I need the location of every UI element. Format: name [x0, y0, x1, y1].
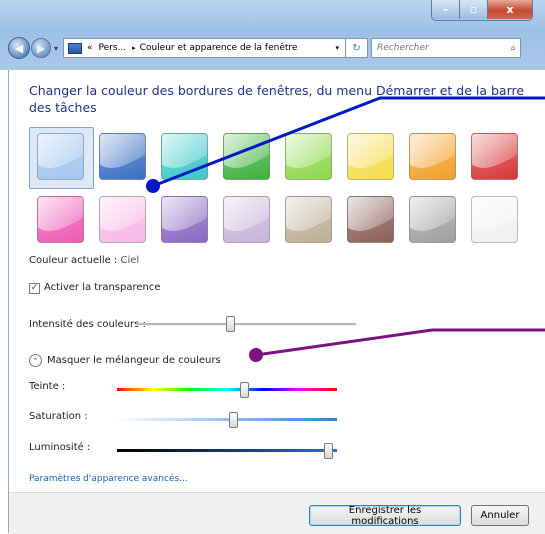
address-dropdown-icon[interactable]: ▾ — [336, 44, 340, 52]
breadcrumb-couleur-apparence[interactable]: Couleur et apparence de la fenêtre — [140, 43, 298, 53]
cancel-button[interactable]: Annuler — [471, 505, 529, 526]
page-title: Changer la couleur des bordures de fenêt… — [29, 83, 525, 115]
checkmark-icon: ✓ — [30, 283, 39, 293]
color-swatch-violet[interactable] — [161, 196, 208, 243]
saturation-label: Saturation : — [29, 411, 88, 422]
search-input[interactable] — [372, 42, 500, 54]
color-swatch-feuille[interactable] — [223, 133, 270, 180]
color-swatch-crepuscule[interactable] — [99, 133, 146, 180]
color-swatch-fuchsia[interactable] — [37, 196, 84, 243]
color-swatch-taupe[interactable] — [285, 196, 332, 243]
saturation-slider-track[interactable] — [117, 418, 337, 421]
color-swatch-mer[interactable] — [161, 133, 208, 180]
transparency-label[interactable]: Activer la transparence — [44, 282, 161, 293]
save-button[interactable]: Enregistrer les modifications — [309, 505, 461, 527]
hue-label: Teinte : — [29, 381, 66, 392]
intensity-slider-thumb[interactable] — [226, 316, 236, 332]
current-color-label: Couleur actuelle : — [29, 255, 118, 266]
mixer-toggle-label[interactable]: Masquer le mélangeur de couleurs — [47, 355, 221, 366]
window-controls: – ▫ x — [431, 0, 533, 21]
breadcrumb-personnalisation[interactable]: Pers... — [99, 43, 127, 53]
refresh-button[interactable]: ↻ — [346, 38, 369, 58]
back-arrow-icon: ◀ — [14, 41, 24, 55]
current-color-value: Ciel — [120, 255, 140, 266]
content-area: Changer la couleur des bordures de fenêt… — [8, 70, 545, 534]
maximize-button[interactable]: ▫ — [459, 0, 487, 19]
forward-button[interactable]: ▶ — [31, 38, 51, 58]
color-swatch-lavande[interactable] — [223, 196, 270, 243]
address-bar[interactable]: « Pers... ▸ Couleur et apparence de la f… — [63, 38, 347, 58]
mixer-toggle-button[interactable]: ⌃ — [29, 354, 42, 367]
minimize-button[interactable]: – — [432, 0, 459, 19]
intensity-slider-track[interactable] — [136, 323, 356, 326]
back-button[interactable]: ◀ — [8, 37, 30, 59]
hue-slider-track[interactable] — [117, 388, 337, 391]
hue-slider-thumb[interactable] — [240, 382, 250, 398]
transparency-checkbox[interactable]: ✓ — [29, 283, 40, 294]
navigation-bar: ◀ ▶ ▾ « Pers... ▸ Couleur et apparence d… — [8, 36, 545, 60]
advanced-appearance-link[interactable]: Paramètres d'apparence avancés... — [29, 474, 188, 484]
search-icon[interactable]: ⌕ — [510, 43, 516, 54]
forward-arrow-icon: ▶ — [36, 41, 46, 55]
color-swatch-bubblegum[interactable] — [99, 196, 146, 243]
control-panel-icon — [68, 42, 83, 54]
chevron-up-icon: ⌃ — [32, 356, 39, 365]
brightness-label: Luminosité : — [29, 442, 91, 453]
recent-pages-dropdown[interactable]: ▾ — [54, 44, 58, 53]
search-box[interactable]: ⌕ — [371, 38, 522, 58]
color-swatch-citrouille[interactable] — [409, 133, 456, 180]
color-swatch-ardoise[interactable] — [409, 196, 456, 243]
current-color-line: Couleur actuelle : Ciel — [29, 255, 139, 266]
saturation-slider-thumb[interactable] — [229, 412, 239, 428]
breadcrumb-separator-icon[interactable]: ▸ — [132, 44, 136, 52]
window-title-bar: – ▫ x ◀ ▶ ▾ « Pers... ▸ Couleur et appar… — [0, 0, 545, 70]
color-swatch-citron-vert[interactable] — [285, 133, 332, 180]
refresh-icon: ↻ — [352, 42, 361, 54]
brightness-slider-track[interactable] — [117, 449, 337, 452]
close-button[interactable]: x — [487, 0, 532, 19]
color-swatch-rouge[interactable] — [471, 133, 518, 180]
brightness-slider-thumb[interactable] — [323, 443, 333, 459]
color-swatch-chocolat[interactable] — [347, 196, 394, 243]
color-swatch-givre[interactable] — [471, 196, 518, 243]
color-swatch-soleil[interactable] — [347, 133, 394, 180]
color-swatch-ciel[interactable] — [37, 133, 84, 180]
address-prefix[interactable]: « — [87, 43, 93, 53]
intensity-label: Intensité des couleurs : — [29, 319, 146, 330]
button-bar: Enregistrer les modifications Annuler — [9, 492, 545, 534]
